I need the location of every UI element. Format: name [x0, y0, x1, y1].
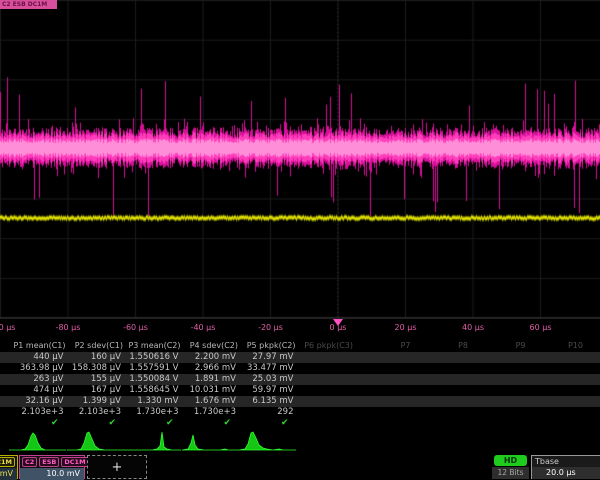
c2-coupling-badge: DC1M [61, 457, 88, 467]
hd-mode-badge[interactable]: HD [494, 455, 527, 466]
channel-c2-descriptor[interactable]: C2 ESB DC1M 10.0 mV [19, 455, 85, 479]
meas-value: 1.558645 V [124, 385, 182, 396]
meas-value: 1.550616 V [124, 352, 182, 363]
meas-value: 292 [239, 407, 297, 418]
axis-tick-label: -60 µs [123, 323, 148, 332]
param-header-p3[interactable]: P3 mean(C2) [124, 340, 182, 352]
timebase-descriptor[interactable]: Tbase 20.0 µs [531, 455, 600, 479]
meas-value: 1.730e+3 [182, 407, 240, 418]
meas-value: 10.031 mV [182, 385, 240, 396]
descriptor-bar: DC1M 10.0 mV C2 ESB DC1M 10.0 mV + HD 12… [0, 455, 600, 480]
meas-value: 474 µV [9, 385, 67, 396]
meas-value: 158.308 µV [67, 363, 125, 374]
meas-value: 155 µV [67, 374, 125, 385]
trigger-position-marker[interactable] [333, 319, 343, 326]
meas-value: 363.98 µV [9, 363, 67, 374]
measurement-row-mean: 363.98 µV 158.308 µV 1.557591 V 2.966 mV… [0, 363, 600, 374]
channel-c1-descriptor[interactable]: DC1M 10.0 mV [0, 455, 18, 479]
c2-volts-per-div: 10.0 mV [20, 468, 84, 480]
meas-value: 2.103e+3 [67, 407, 125, 418]
hd-bits-label: 12 Bits [492, 467, 529, 479]
meas-value: 32.16 µV [9, 396, 67, 407]
param-header-p9[interactable]: P9 [469, 340, 527, 352]
histogram-icon-p4 [182, 430, 239, 452]
measurement-row-sdev: 32.16 µV 1.399 µV 1.330 mV 1.676 mV 6.13… [0, 396, 600, 407]
param-header-p4[interactable]: P4 sdev(C2) [182, 340, 240, 352]
meas-value: 25.03 mV [239, 374, 297, 385]
meas-value: 59.97 mV [239, 385, 297, 396]
timebase-label: Tbase [532, 456, 600, 467]
param-header-p6[interactable]: P6 pkpk(C3) [297, 340, 355, 352]
waveform-canvas [0, 0, 600, 318]
measurement-header-row: P1 mean(C1) P2 sdev(C1) P3 mean(C2) P4 s… [0, 340, 600, 352]
meas-value: 160 µV [67, 352, 125, 363]
c1-volts-per-div: 10.0 mV [0, 468, 17, 480]
measurement-row-min: 263 µV 155 µV 1.550084 V 1.891 mV 25.03 … [0, 374, 600, 385]
meas-value: 2.966 mV [182, 363, 240, 374]
measurement-row-num: 2.103e+3 2.103e+3 1.730e+3 1.730e+3 292 [0, 407, 600, 418]
c1-coupling-badge: DC1M [0, 457, 15, 467]
histogram-icon-p5 [239, 430, 296, 452]
param-header-p2[interactable]: P2 sdev(C1) [67, 340, 125, 352]
status-check-icon: ✔ [124, 418, 182, 429]
meas-value: 1.891 mV [182, 374, 240, 385]
meas-value: 167 µV [67, 385, 125, 396]
meas-value: 1.399 µV [67, 396, 125, 407]
meas-value: 6.135 mV [239, 396, 297, 407]
meas-value: 33.477 mV [239, 363, 297, 374]
status-check-icon: ✔ [182, 418, 240, 429]
measurement-row-status: ✔ ✔ ✔ ✔ ✔ [0, 418, 600, 429]
meas-value: 1.550084 V [124, 374, 182, 385]
status-check-icon: ✔ [9, 418, 67, 429]
param-header-p8[interactable]: P8 [412, 340, 470, 352]
axis-tick-label: -40 µs [191, 323, 216, 332]
axis-tick-label: -80 µs [56, 323, 81, 332]
c2-esb-badge: ESB [39, 457, 59, 467]
plus-icon: + [112, 460, 123, 475]
meas-value: 1.676 mV [182, 396, 240, 407]
meas-value: 1.330 mV [124, 396, 182, 407]
axis-tick-label: 20 µs [395, 323, 417, 332]
histogram-icon-p2 [67, 430, 124, 452]
measurement-row-max: 474 µV 167 µV 1.558645 V 10.031 mV 59.97… [0, 385, 600, 396]
timebase-value: 20.0 µs [532, 467, 600, 479]
histogram-icon-p3 [124, 430, 181, 452]
measurement-table: P1 mean(C1) P2 sdev(C1) P3 mean(C2) P4 s… [0, 340, 600, 429]
meas-value: 2.200 mV [182, 352, 240, 363]
c2-channel-badge: C2 [22, 457, 37, 467]
axis-tick-label: -100 µs [0, 323, 15, 332]
oscilloscope-screen: C2 ESB DC1M -100 µs -80 µs -60 µs -40 µs… [0, 0, 600, 480]
add-trace-button[interactable]: + [87, 455, 147, 479]
param-header-p5[interactable]: P5 pkpk(C2) [239, 340, 297, 352]
measurement-row-value: 440 µV 160 µV 1.550616 V 2.200 mV 27.97 … [0, 352, 600, 363]
param-header-p7[interactable]: P7 [354, 340, 412, 352]
axis-tick-label: 60 µs [530, 323, 552, 332]
histicon-row [0, 430, 600, 454]
param-header-p1[interactable]: P1 mean(C1) [9, 340, 67, 352]
param-header-p10[interactable]: P10 [527, 340, 585, 352]
axis-tick-label: -20 µs [258, 323, 283, 332]
status-check-icon: ✔ [67, 418, 125, 429]
meas-value: 440 µV [9, 352, 67, 363]
waveform-display [0, 0, 600, 318]
time-axis: -100 µs -80 µs -60 µs -40 µs -20 µs 0 µs… [0, 318, 600, 340]
meas-value: 1.557591 V [124, 363, 182, 374]
meas-value: 1.730e+3 [124, 407, 182, 418]
status-check-icon: ✔ [239, 418, 297, 429]
trace-label-badge: C2 ESB DC1M [0, 0, 57, 9]
meas-value: 2.103e+3 [9, 407, 67, 418]
meas-value: 263 µV [9, 374, 67, 385]
histogram-icon-p1 [9, 430, 66, 452]
meas-value: 27.97 mV [239, 352, 297, 363]
axis-tick-label: 40 µs [462, 323, 484, 332]
